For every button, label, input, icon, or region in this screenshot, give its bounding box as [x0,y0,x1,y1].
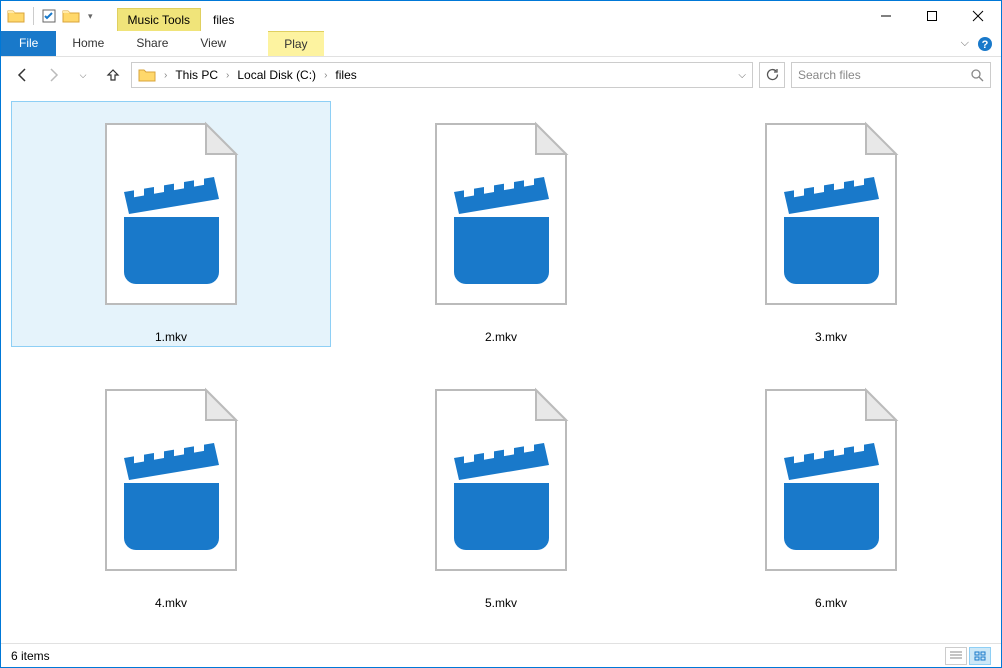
tab-file[interactable]: File [1,31,56,56]
chevron-right-icon[interactable]: › [164,70,167,81]
breadcrumb-this-pc[interactable]: This PC [171,66,222,84]
view-toggles [945,647,991,665]
back-button[interactable] [11,63,35,87]
chevron-right-icon[interactable]: › [324,70,327,81]
up-button[interactable] [101,63,125,87]
file-item[interactable]: 6.mkv [671,367,991,613]
video-file-icon [411,104,591,324]
video-file-icon [81,370,261,590]
file-item[interactable]: 4.mkv [11,367,331,613]
file-item[interactable]: 1.mkv [11,101,331,347]
file-name-label: 1.mkv [155,330,187,344]
search-input[interactable] [798,68,970,82]
chevron-right-icon[interactable]: › [226,70,229,81]
address-dropdown-icon[interactable]: ⌵ [738,70,746,81]
tab-play[interactable]: Play [268,31,323,56]
window-controls [863,1,1001,31]
folder-icon [134,65,160,85]
navigation-bar: ⌵ › This PC › Local Disk (C:) › files ⌵ [1,57,1001,93]
refresh-button[interactable] [759,62,785,88]
video-file-icon [741,104,921,324]
file-name-label: 5.mkv [485,596,517,610]
qat-dropdown-icon[interactable]: ▾ [84,11,97,22]
large-icons-view-button[interactable] [969,647,991,665]
tab-share[interactable]: Share [120,31,184,56]
file-name-label: 4.mkv [155,596,187,610]
forward-button[interactable] [41,63,65,87]
window-title: files [201,9,246,31]
breadcrumb-drive[interactable]: Local Disk (C:) [233,66,320,84]
folder-icon [5,6,27,26]
ribbon-expand-icon[interactable]: ⌵ [961,37,969,50]
svg-text:?: ? [982,39,989,51]
help-icon[interactable]: ? [977,36,993,52]
quick-access-toolbar: ▾ [5,6,97,26]
file-name-label: 3.mkv [815,330,847,344]
item-count: 6 items [11,649,50,663]
file-name-label: 2.mkv [485,330,517,344]
recent-dropdown-icon[interactable]: ⌵ [71,63,95,87]
tab-view[interactable]: View [184,31,242,56]
contextual-tab-music-tools[interactable]: Music Tools [117,8,201,31]
file-pane[interactable]: 1.mkv 2.mkv 3.mkv 4.mkv 5.mkv [1,93,1001,643]
title-bar: ▾ Music Tools files [1,1,1001,31]
search-icon[interactable] [970,68,984,82]
maximize-button[interactable] [909,1,955,31]
breadcrumb-folder[interactable]: files [331,66,360,84]
address-bar[interactable]: › This PC › Local Disk (C:) › files ⌵ [131,62,753,88]
close-button[interactable] [955,1,1001,31]
status-bar: 6 items [1,643,1001,667]
properties-icon[interactable] [40,7,58,25]
minimize-button[interactable] [863,1,909,31]
file-item[interactable]: 3.mkv [671,101,991,347]
folder-icon[interactable] [60,6,82,26]
video-file-icon [81,104,261,324]
search-box[interactable] [791,62,991,88]
file-name-label: 6.mkv [815,596,847,610]
separator [33,7,34,25]
video-file-icon [411,370,591,590]
ribbon-tabs: File Home Share View Play ⌵ ? [1,31,1001,57]
file-item[interactable]: 2.mkv [341,101,661,347]
details-view-button[interactable] [945,647,967,665]
title-tabs: Music Tools files [117,1,247,31]
file-item[interactable]: 5.mkv [341,367,661,613]
video-file-icon [741,370,921,590]
tab-home[interactable]: Home [56,31,120,56]
